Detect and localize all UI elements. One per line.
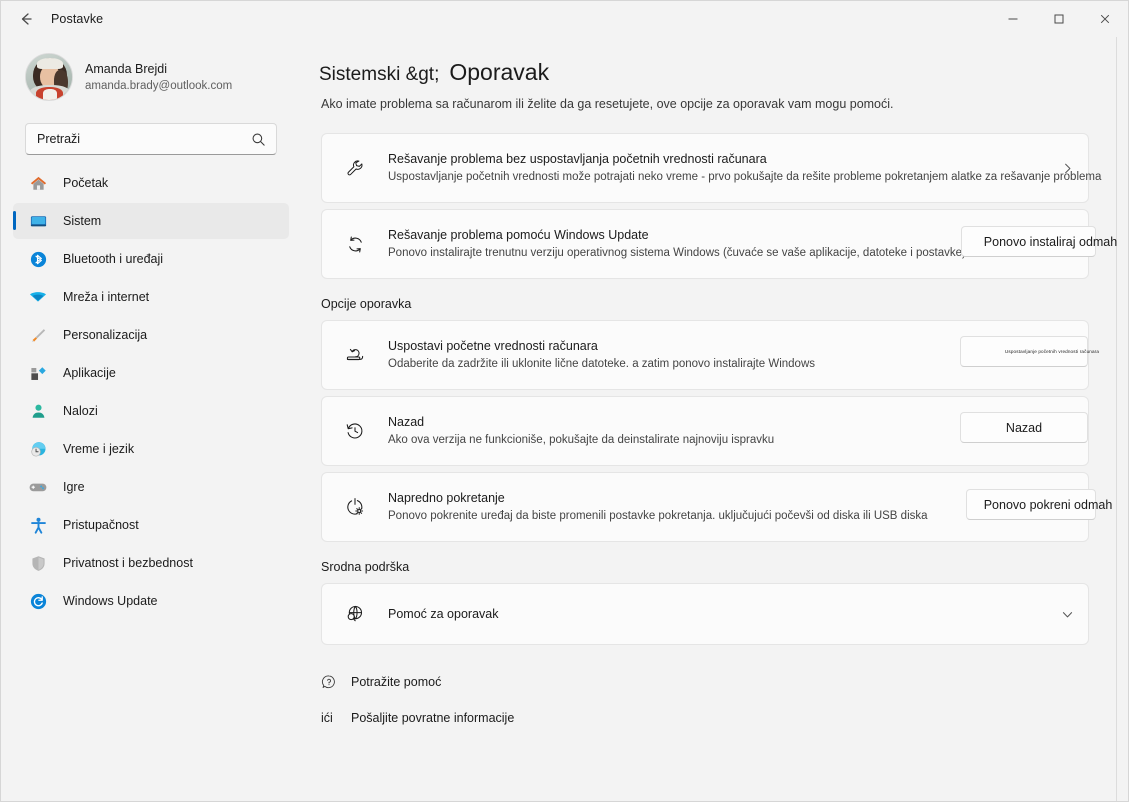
user-profile[interactable]: Amanda Brejdi amanda.brady@outlook.com [13,43,289,113]
refresh-circular-icon [338,234,372,255]
sidebar-item-label: Mreža i internet [63,290,150,304]
back-arrow-icon [21,13,32,25]
sidebar-item-label: Windows Update [63,594,158,608]
send-feedback-link[interactable]: ići Pošaljite povratne informacije [321,703,1089,733]
page-subtitle: Ako imate problema sa računarom ili želi… [321,97,894,111]
close-icon [1100,14,1110,24]
get-help-label: Potražite pomoć [351,675,442,689]
sidebar-item-nalozi[interactable]: Nalozi [13,393,289,429]
card-fix-with-windows-update[interactable]: Rešavanje problema pomoću Windows Update… [321,209,1117,279]
wrench-icon [338,158,372,179]
account-person-icon [25,401,51,421]
sidebar-item-privatnost[interactable]: Privatnost i bezbednost [13,545,289,581]
settings-window: Postavke Amanda Brejdi amanda.brady@outl… [0,0,1129,802]
main-content: Sistemski &gt; Oporavak Ako imate proble… [301,37,1128,801]
sidebar-item-label: Vreme i jezik [63,442,135,456]
search-placeholder: Pretraži [37,132,81,146]
card-title: Pomoć za oporavak [388,606,499,621]
avatar [25,53,73,101]
sidebar-item-vreme[interactable]: Vreme i jezik [13,431,289,467]
footer-links: Potražite pomoć ići Pošaljite povratne i… [321,667,1089,733]
paintbrush-icon [25,325,51,345]
apps-icon [25,363,51,383]
related-support-heading: Srodna podrška [321,560,410,574]
search-input[interactable]: Pretraži [25,123,277,155]
reset-pc-icon [338,344,372,366]
close-button[interactable] [1082,1,1128,37]
minimize-icon [1008,18,1018,20]
scrollbar-track[interactable] [1116,37,1117,801]
go-back-button[interactable]: Nazad [960,412,1088,443]
minimize-button[interactable] [990,1,1036,37]
home-icon [25,173,51,193]
sidebar-nav: Početak Sistem Bluetooth i uređaji Mreža… [13,165,289,619]
sidebar-item-label: Aplikacije [63,366,116,380]
sidebar-item-label: Pristupačnost [63,518,139,532]
question-bubble-icon [321,674,351,690]
reinstall-now-button-label: Ponovo instaliraj odmah [983,234,1118,249]
sidebar-item-igre[interactable]: Igre [13,469,289,505]
accessibility-person-icon [25,515,51,535]
page-title: Oporavak [449,59,550,85]
power-gear-icon [338,496,372,518]
card-go-back[interactable]: Nazad Ako ova verzija ne funkcioniše, po… [321,396,1089,466]
bluetooth-icon [25,249,51,269]
reset-pc-button[interactable]: Uspostavljanje početnih vrednosti računa… [960,336,1099,367]
window-controls [990,1,1128,37]
sidebar-item-bluetooth[interactable]: Bluetooth i uređaji [13,241,289,277]
update-refresh-icon [25,591,51,611]
go-back-button-label: Nazad [1005,420,1043,435]
system-monitor-icon [25,211,51,231]
reinstall-now-button[interactable]: Ponovo instaliraj odmah [961,226,1117,257]
breadcrumb: Sistemski &gt; Oporavak [319,59,1128,86]
send-feedback-label: Pošaljite povratne informacije [351,711,515,725]
sidebar-item-label: Sistem [63,214,102,228]
sidebar-item-label: Igre [63,480,85,494]
card-description: Uspostavljanje početnih vrednosti može p… [388,171,1102,183]
sidebar-item-windows-update[interactable]: Windows Update [13,583,289,619]
sidebar-item-sistem[interactable]: Sistem [13,203,289,239]
history-clock-icon [338,420,372,442]
cards-region: Rešavanje problema bez uspostavljanja po… [321,133,1117,733]
title-bar: Postavke [1,1,1128,37]
chevron-right-icon[interactable] [1053,162,1074,175]
restart-now-button[interactable]: Ponovo pokreni odmah [966,489,1112,520]
sidebar-item-label: Početak [63,176,109,190]
card-advanced-startup[interactable]: Napredno pokretanje Ponovo pokrenite ure… [321,472,1112,542]
feedback-icon: ići [321,711,333,725]
sidebar-item-label: Bluetooth i uređaji [63,252,164,266]
sidebar-item-label: Personalizacija [63,328,148,342]
breadcrumb-parent[interactable]: Sistemski &gt; [319,64,439,86]
profile-email: amanda.brady@outlook.com [85,79,233,92]
maximize-button[interactable] [1036,1,1082,37]
sidebar-item-aplikacije[interactable]: Aplikacije [13,355,289,391]
chevron-down-icon[interactable] [1053,608,1074,621]
card-troubleshoot-without-reset[interactable]: Rešavanje problema bez uspostavljanja po… [321,133,1102,203]
sidebar-item-mreza[interactable]: Mreža i internet [13,279,289,315]
restart-now-button-label: Ponovo pokreni odmah [983,497,1113,512]
reset-pc-button-label: Uspostavljanje početnih vrednosti računa… [1004,349,1100,354]
sidebar-item-pocetak[interactable]: Početak [13,165,289,201]
card-reset-this-pc[interactable]: Uspostavi početne vrednosti računara Oda… [321,320,1099,390]
search-icon [251,132,276,147]
back-button[interactable] [9,4,43,34]
sidebar-item-pristupacnost[interactable]: Pristupačnost [13,507,289,543]
shield-icon [25,553,51,573]
clock-globe-icon [25,439,51,459]
get-help-link[interactable]: Potražite pomoć [321,667,1089,697]
wifi-icon [25,287,51,307]
gamepad-icon [25,477,51,497]
sidebar-item-label: Privatnost i bezbednost [63,556,193,570]
sidebar: Amanda Brejdi amanda.brady@outlook.com P… [1,37,301,801]
recovery-options-heading: Opcije oporavka [321,297,412,311]
maximize-icon [1054,14,1064,24]
sidebar-item-label: Nalozi [63,404,98,418]
sidebar-item-personalizacija[interactable]: Personalizacija [13,317,289,353]
globe-search-icon [338,603,372,625]
card-title: Rešavanje problema bez uspostavljanja po… [388,152,767,166]
window-title: Postavke [51,12,104,26]
profile-name: Amanda Brejdi [85,61,167,76]
card-recovery-help[interactable]: Pomoć za oporavak [321,583,1089,645]
